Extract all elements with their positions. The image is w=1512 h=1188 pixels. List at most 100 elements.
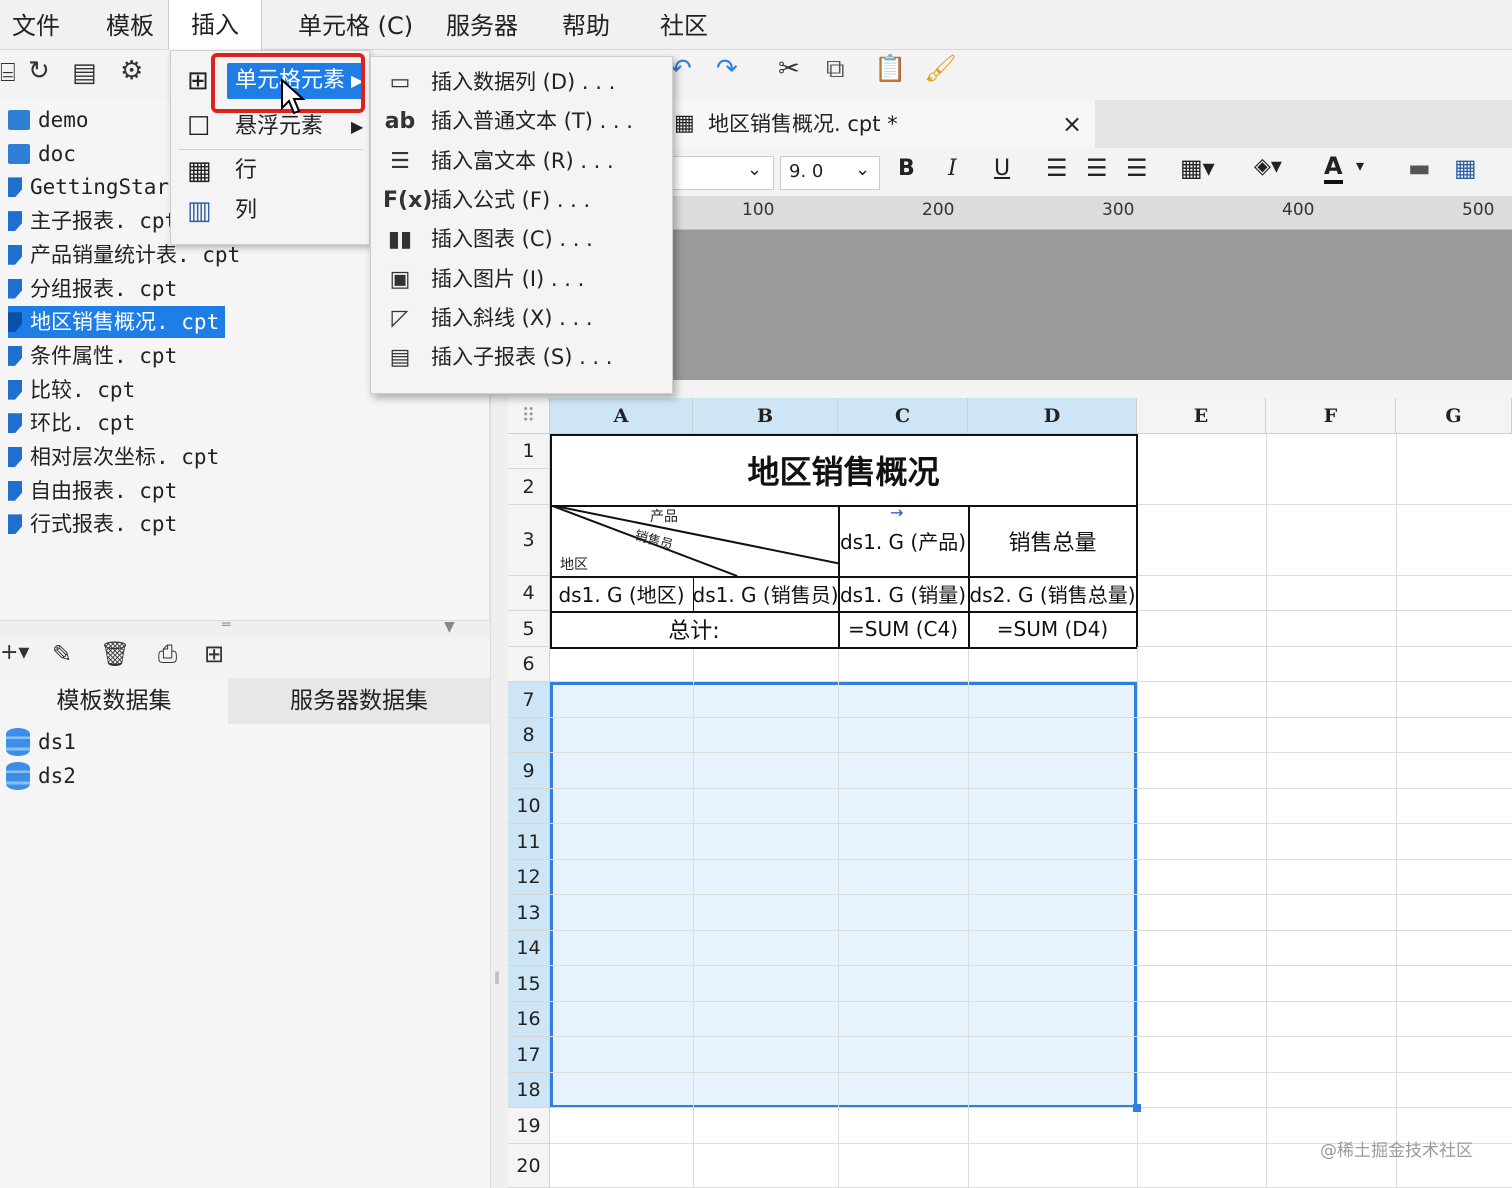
- selection-handle[interactable]: [1133, 1104, 1141, 1112]
- settings-icon[interactable]: ⚙: [120, 56, 143, 86]
- tree-file[interactable]: 相对层次坐标. cpt: [8, 441, 219, 473]
- copy-icon[interactable]: ⧉: [826, 54, 845, 85]
- tab-server-datasets[interactable]: 服务器数据集: [228, 678, 490, 724]
- tree-file[interactable]: 环比. cpt: [8, 407, 135, 439]
- submenu-item[interactable]: ab 插入普通文本 (T) . . .: [371, 102, 671, 141]
- submenu-item[interactable]: ◸ 插入斜线 (X) . . .: [371, 299, 671, 338]
- select-all-corner[interactable]: ⠿: [508, 398, 550, 434]
- add-dropdown-icon[interactable]: +▾: [0, 640, 29, 665]
- row-header[interactable]: 11: [508, 824, 550, 860]
- dataset-item[interactable]: ds1: [6, 726, 76, 758]
- tree-file[interactable]: 条件属性. cpt: [8, 340, 177, 372]
- tree-file[interactable]: 主子报表. cpt: [8, 205, 177, 237]
- font-color-button[interactable]: A: [1324, 152, 1343, 184]
- row-header[interactable]: 5: [508, 611, 550, 647]
- column-header[interactable]: C: [838, 398, 968, 434]
- tree-file[interactable]: 比较. cpt: [8, 374, 135, 406]
- column-header[interactable]: E: [1137, 398, 1266, 434]
- column-header[interactable]: G: [1396, 398, 1512, 434]
- row-header[interactable]: 3: [508, 505, 550, 576]
- submenu-item[interactable]: ▮▮ 插入图表 (C) . . .: [371, 220, 671, 259]
- delete-icon[interactable]: 🗑: [100, 640, 130, 668]
- cell-a5[interactable]: 总计:: [550, 611, 838, 647]
- cell-b4[interactable]: ds1. G (销售员): [693, 576, 839, 611]
- menu-server[interactable]: 服务器: [446, 8, 518, 44]
- menu-help[interactable]: 帮助: [562, 8, 610, 44]
- row-header[interactable]: 6: [508, 647, 550, 682]
- menu-item-float-element[interactable]: ☐ 悬浮元素 ▶: [171, 107, 369, 147]
- tab-template-datasets[interactable]: 模板数据集: [0, 678, 228, 724]
- row-header[interactable]: 14: [508, 931, 550, 966]
- row-header[interactable]: 18: [508, 1073, 550, 1108]
- format-painter-icon[interactable]: 🖌: [924, 54, 957, 84]
- underline-button[interactable]: U: [994, 156, 1010, 181]
- redo-icon[interactable]: ↷: [716, 54, 738, 84]
- menu-community[interactable]: 社区: [660, 8, 708, 44]
- cell-d4[interactable]: ds2. G (销售总量): [968, 576, 1137, 611]
- menu-insert[interactable]: 插入: [168, 0, 262, 50]
- align-right-icon[interactable]: ☰: [1126, 154, 1148, 182]
- submenu-item[interactable]: ☰ 插入富文本 (R) . . .: [371, 142, 671, 181]
- report-title[interactable]: 地区销售概况: [550, 434, 1137, 505]
- dataset-item[interactable]: ds2: [6, 760, 76, 792]
- row-header[interactable]: 17: [508, 1037, 550, 1073]
- column-header[interactable]: A: [550, 398, 693, 434]
- font-size-select[interactable]: 9. 0 ⌄: [780, 156, 880, 190]
- tree-file[interactable]: 分组报表. cpt: [8, 273, 177, 305]
- tree-file[interactable]: 自由报表. cpt: [8, 475, 177, 507]
- slash-header[interactable]: 产品销售员地区: [550, 505, 838, 576]
- row-header[interactable]: 16: [508, 1002, 550, 1037]
- fill-color-icon[interactable]: ◈▾: [1254, 154, 1282, 179]
- vertical-divider[interactable]: ‖: [490, 380, 508, 1188]
- border-icon[interactable]: ▦▾: [1180, 154, 1215, 182]
- split-cells-icon[interactable]: ▦: [1454, 154, 1477, 182]
- submenu-item[interactable]: ▣ 插入图片 (I) . . .: [371, 260, 671, 299]
- align-left-icon[interactable]: ☰: [1046, 154, 1068, 182]
- cell-c4[interactable]: ds1. G (销量): [838, 576, 968, 611]
- row-header[interactable]: 9: [508, 753, 550, 789]
- panel-splitter[interactable]: ═ ▼: [0, 617, 490, 638]
- tree-folder[interactable]: doc: [8, 138, 76, 170]
- row-header[interactable]: 7: [508, 682, 550, 718]
- template-icon[interactable]: ▤: [72, 58, 97, 88]
- submenu-item[interactable]: ▤ 插入子报表 (S) . . .: [371, 338, 671, 377]
- row-header[interactable]: 12: [508, 860, 550, 895]
- italic-button[interactable]: I: [948, 156, 957, 181]
- chevron-down-icon[interactable]: ▾: [1356, 156, 1364, 175]
- row-header[interactable]: 10: [508, 789, 550, 824]
- submenu-item[interactable]: F(x) 插入公式 (F) . . .: [371, 181, 671, 220]
- menu-cell[interactable]: 单元格 (C): [298, 8, 413, 44]
- row-header[interactable]: 2: [508, 469, 550, 505]
- cell-a4[interactable]: ds1. G (地区): [550, 576, 693, 611]
- preview-icon[interactable]: ⎙: [158, 640, 177, 668]
- cell-c5[interactable]: =SUM (C4): [838, 611, 968, 647]
- row-header[interactable]: 20: [508, 1144, 550, 1188]
- menu-file[interactable]: 文件: [12, 8, 60, 44]
- paste-icon[interactable]: 📋: [874, 54, 906, 84]
- tree-file[interactable]: 地区销售概况. cpt: [8, 306, 226, 339]
- refresh-icon[interactable]: ↻: [28, 56, 50, 86]
- document-tab[interactable]: ▦ 地区销售概况. cpt * ×: [670, 100, 1095, 148]
- tree-file[interactable]: GettingStart: [8, 171, 182, 203]
- menu-item-column[interactable]: ▥ 列: [171, 191, 369, 231]
- cell-d3[interactable]: 销售总量: [968, 505, 1137, 576]
- partial-icon[interactable]: ⌸: [0, 58, 16, 89]
- align-center-icon[interactable]: ☰: [1086, 154, 1108, 182]
- row-header[interactable]: 1: [508, 434, 550, 469]
- collapse-icon[interactable]: ▼: [444, 619, 455, 635]
- merge-cells-icon[interactable]: ▬: [1408, 154, 1431, 182]
- column-header[interactable]: F: [1266, 398, 1396, 434]
- undo-icon[interactable]: ↶: [670, 54, 692, 84]
- column-header[interactable]: B: [693, 398, 838, 434]
- row-header[interactable]: 19: [508, 1108, 550, 1144]
- close-tab-icon[interactable]: ×: [1062, 100, 1082, 148]
- parameter-icon[interactable]: ⊞: [204, 640, 224, 668]
- row-header[interactable]: 13: [508, 895, 550, 931]
- tree-folder[interactable]: demo: [8, 104, 89, 136]
- submenu-item[interactable]: ▭ 插入数据列 (D) . . .: [371, 63, 671, 102]
- row-header[interactable]: 15: [508, 966, 550, 1002]
- cell-d5[interactable]: =SUM (D4): [968, 611, 1137, 647]
- spreadsheet-grid[interactable]: ⠿ A B C D E F G 1 2 3 4 5 6 7 8 9 10 11 12 13 14 15 16 17 18 19 20 地…: [508, 398, 1512, 1188]
- column-header[interactable]: D: [968, 398, 1137, 434]
- menu-template[interactable]: 模板: [106, 8, 154, 44]
